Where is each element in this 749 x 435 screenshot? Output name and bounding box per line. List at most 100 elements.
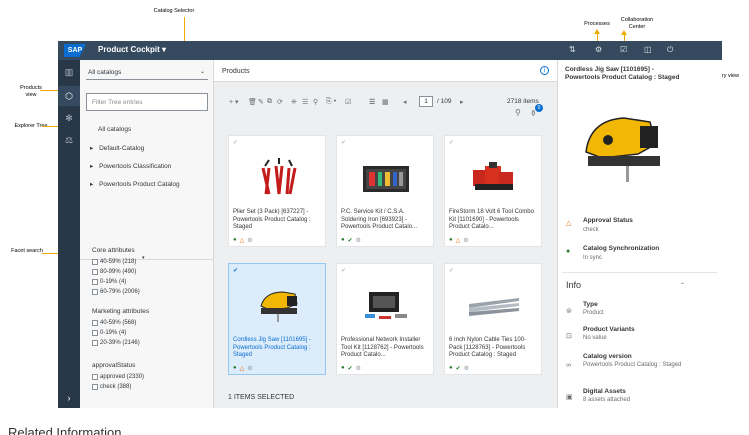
tree-item-powertools-product-catalog[interactable]: ▸ Powertools Product Catalog bbox=[90, 180, 180, 188]
facet-option[interactable]: 60-79% (2006) bbox=[92, 289, 140, 295]
workflow-icon[interactable]: ⁜ bbox=[291, 98, 297, 106]
product-card[interactable]: ✔ 6 Inch Nylon Cable Ties 100-Pack [1128… bbox=[444, 263, 542, 375]
product-card-selected[interactable]: ✔ Cordless Jig Saw [1101695] - Powertool… bbox=[228, 263, 326, 375]
type-label: Type bbox=[583, 301, 598, 308]
sync-status-icon: ⚙ bbox=[463, 366, 470, 372]
warning-icon: △ bbox=[455, 238, 461, 244]
facet-option[interactable]: 0-19% (4) bbox=[92, 330, 126, 336]
sync-icon[interactable]: ⟳ bbox=[277, 98, 283, 106]
collaboration-center-icon[interactable]: ☑ bbox=[620, 45, 627, 54]
attach-icon[interactable]: ⚲ bbox=[313, 98, 318, 106]
approve-icon[interactable]: ☑ bbox=[345, 98, 351, 106]
processes-icon[interactable]: ⚙ bbox=[595, 45, 602, 54]
product-card[interactable]: ✔ P.C. Service Kit / C.S.A. Soldering Ir… bbox=[336, 135, 434, 247]
checkbox[interactable] bbox=[92, 289, 98, 295]
catalog-sync-label: Catalog Synchronization bbox=[583, 245, 660, 252]
explorer-panel: All catalogs ⌄ Filter Tree entries All c… bbox=[80, 60, 214, 408]
approval-status-label: Approval Status bbox=[583, 217, 633, 224]
tree-item-all-catalogs[interactable]: All catalogs bbox=[98, 126, 131, 133]
type-icon: ⊜ bbox=[566, 308, 572, 315]
catalog-version-icon: ∞ bbox=[566, 362, 571, 369]
digital-assets-value: 8 assets attached bbox=[583, 397, 631, 403]
facet-option[interactable]: 40-59% (218) bbox=[92, 259, 136, 265]
facet-option[interactable]: 0-19% (4) bbox=[92, 279, 126, 285]
product-image-cable-ties bbox=[455, 278, 533, 330]
chevron-up-icon[interactable]: ⌃ bbox=[680, 282, 685, 289]
facet-option-label: 0-19% (4) bbox=[100, 330, 127, 336]
checkbox[interactable] bbox=[92, 340, 98, 346]
sync-status-icon: ⚙ bbox=[247, 366, 253, 372]
notification-badge: 0 bbox=[535, 104, 543, 112]
annotation-catalog-selector: Catalog Selector bbox=[153, 8, 195, 14]
product-card[interactable]: ✔ Professional Network Installer Tool Ki… bbox=[336, 263, 434, 375]
product-card-title: Cordless Jig Saw [1101695] - Powertools … bbox=[233, 337, 311, 358]
products-view-icon[interactable]: ⬡ bbox=[58, 86, 80, 106]
facet-option[interactable]: 20-39% (2146) bbox=[92, 340, 140, 346]
classification-icon[interactable]: ⚖ bbox=[58, 130, 80, 150]
edit-icon[interactable]: ✎ bbox=[258, 98, 264, 106]
notifications-icon[interactable]: ◫ bbox=[644, 45, 652, 54]
export-icon[interactable]: ⎘ ▾ bbox=[326, 98, 337, 106]
facet-option[interactable]: 80-99% (490) bbox=[92, 269, 136, 275]
previous-page-icon[interactable]: ◂ bbox=[403, 98, 407, 106]
next-page-icon[interactable]: ▸ bbox=[460, 98, 464, 106]
copy-icon[interactable]: ⧉ bbox=[267, 98, 272, 106]
search-icon[interactable]: ⚲ bbox=[515, 108, 521, 117]
catalog-selector[interactable]: All catalogs ⌄ bbox=[86, 66, 208, 80]
splitter-handle[interactable]: ▾ bbox=[142, 255, 145, 261]
check-icon[interactable]: ✔ bbox=[233, 267, 238, 274]
dashboard-icon[interactable]: ▥ bbox=[58, 62, 80, 82]
annotation-products-view: Products view bbox=[20, 85, 42, 98]
sap-logo: SAP bbox=[64, 44, 86, 57]
product-card-title: P.C. Service Kit / C.S.A. Soldering Iron… bbox=[341, 209, 418, 230]
checkbox[interactable] bbox=[92, 320, 98, 326]
checkbox[interactable] bbox=[92, 374, 98, 380]
snowflake-icon[interactable]: ✻ bbox=[58, 108, 80, 128]
facet-option-label: check (388) bbox=[100, 384, 132, 390]
tree-filter-input[interactable]: Filter Tree entries bbox=[86, 93, 208, 111]
grid-view-icon[interactable]: ▦ bbox=[382, 98, 389, 106]
product-card[interactable]: ✔ Plier Set (3 Pack) [637227] - Powertoo… bbox=[228, 135, 326, 247]
app-title[interactable]: Product Cockpit ▾ bbox=[98, 45, 166, 54]
digital-assets-label: Digital Assets bbox=[583, 388, 626, 395]
checklist-icon[interactable]: ☰ bbox=[302, 98, 308, 106]
search-history-icon[interactable]: ⇅ bbox=[569, 45, 576, 54]
info-icon[interactable]: i bbox=[540, 66, 549, 75]
annotation-arrowhead bbox=[621, 30, 627, 35]
tree-item-powertools-classification[interactable]: ▸ Powertools Classification bbox=[90, 162, 171, 170]
facet-option[interactable]: check (388) bbox=[92, 384, 131, 390]
facet-option-label: 0-19% (4) bbox=[100, 279, 127, 285]
tree-item-default-catalog[interactable]: ▸ Default-Catalog bbox=[90, 144, 144, 152]
page-input[interactable]: 1 bbox=[419, 96, 433, 107]
product-card-title: FireStorm 18 Volt 6 Tool Combo Kit [1101… bbox=[449, 209, 534, 230]
check-icon[interactable]: ✔ bbox=[449, 267, 454, 274]
power-icon[interactable]: ⏻ bbox=[667, 45, 673, 55]
list-view-icon[interactable]: ☰ bbox=[369, 98, 375, 106]
facet-option[interactable]: approved (2330) bbox=[92, 374, 144, 380]
checkbox[interactable] bbox=[92, 259, 98, 265]
check-icon[interactable]: ✔ bbox=[233, 139, 238, 146]
warning-icon: △ bbox=[566, 220, 572, 227]
product-image-plier-set bbox=[239, 150, 317, 202]
check-icon[interactable]: ✔ bbox=[449, 139, 454, 146]
checkbox[interactable] bbox=[92, 384, 98, 390]
facet-option[interactable]: 40-59% (568) bbox=[92, 320, 136, 326]
info-status-icon: ● bbox=[233, 365, 237, 371]
product-card[interactable]: ✔ FireStorm 18 Volt 6 Tool Combo Kit [11… bbox=[444, 135, 542, 247]
sync-status-icon: ⚙ bbox=[247, 238, 253, 244]
check-icon[interactable]: ✔ bbox=[341, 139, 346, 146]
annotation-processes: Processes bbox=[584, 21, 610, 27]
checkbox[interactable] bbox=[92, 269, 98, 275]
checkbox[interactable] bbox=[92, 279, 98, 285]
facet-option-label: 40-59% (568) bbox=[100, 320, 137, 326]
collapse-nav-icon[interactable]: › bbox=[58, 388, 80, 408]
items-count: 2718 items bbox=[507, 98, 539, 105]
delete-icon[interactable]: 🗑 bbox=[248, 98, 257, 106]
info-section-header[interactable]: Info bbox=[566, 280, 581, 290]
expand-icon: ▸ bbox=[90, 145, 94, 152]
checkbox[interactable] bbox=[92, 330, 98, 336]
catalog-selector-value: All catalogs bbox=[88, 69, 122, 76]
add-icon[interactable]: + ▾ bbox=[229, 98, 239, 106]
check-icon[interactable]: ✔ bbox=[341, 267, 346, 274]
products-header: Products i bbox=[214, 60, 557, 82]
